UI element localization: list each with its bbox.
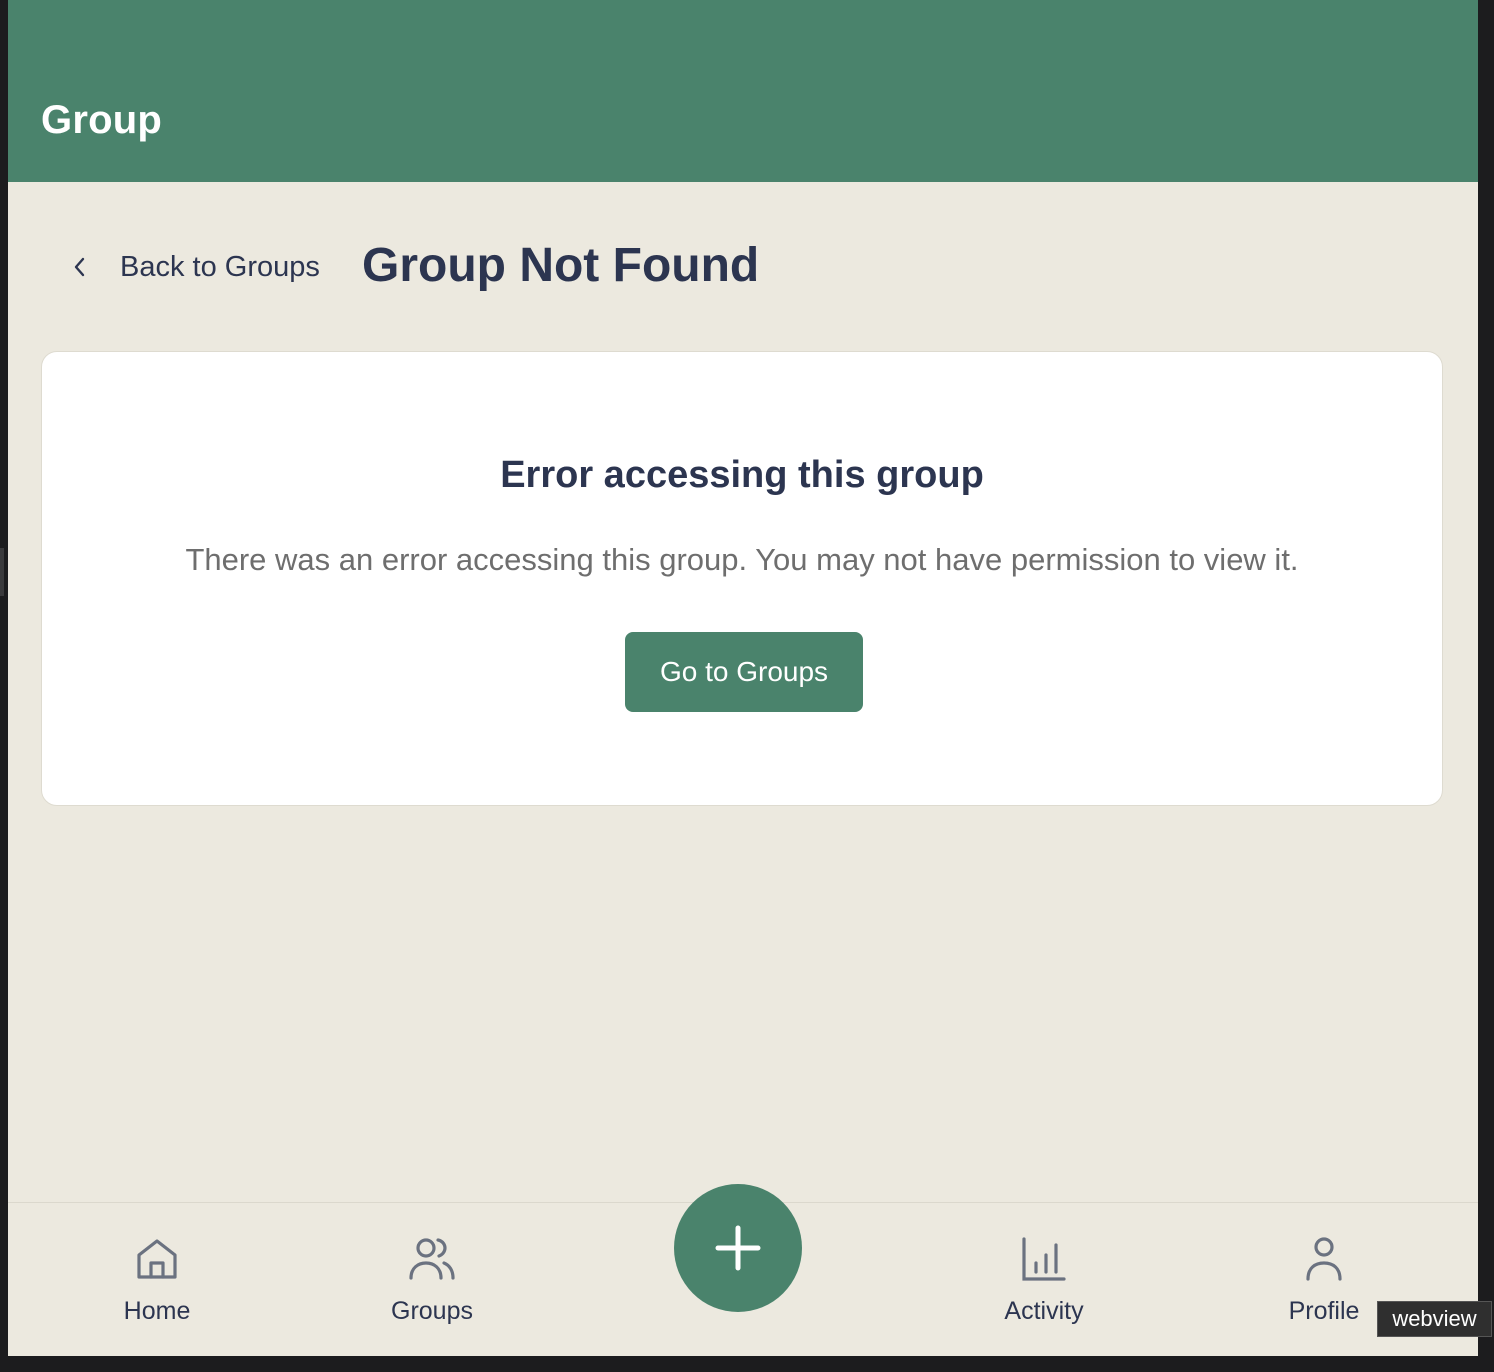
users-icon: [409, 1238, 455, 1280]
app-window: Group Back to Groups Group Not Found Err…: [8, 0, 1478, 1356]
chevron-left-icon: [74, 257, 85, 277]
plus-icon: [715, 1225, 761, 1271]
error-message: There was an error accessing this group.…: [185, 542, 1299, 577]
nav-item-home[interactable]: Home: [77, 1235, 237, 1326]
add-floating-button[interactable]: [674, 1184, 802, 1312]
error-heading: Error accessing this group: [500, 454, 984, 496]
back-to-groups-link[interactable]: Back to Groups: [68, 244, 320, 290]
home-icon: [137, 1239, 177, 1279]
nav-label-home: Home: [123, 1297, 191, 1325]
window-edge-tab: [0, 548, 4, 596]
nav-item-activity[interactable]: Activity: [964, 1235, 1124, 1326]
back-link-label: Back to Groups: [120, 250, 320, 283]
go-to-groups-button[interactable]: Go to Groups: [625, 632, 863, 712]
webview-badge: webview: [1377, 1301, 1492, 1337]
nav-label-activity: Activity: [1004, 1297, 1084, 1325]
user-icon: [1306, 1237, 1342, 1281]
nav-label-groups: Groups: [391, 1297, 473, 1325]
top-app-bar: Group: [8, 0, 1478, 182]
nav-label-profile: Profile: [1288, 1297, 1360, 1325]
bar-chart-icon: [1022, 1237, 1066, 1281]
page-title: Group Not Found: [362, 239, 760, 292]
nav-item-groups[interactable]: Groups: [352, 1235, 512, 1326]
error-card: Error accessing this group There was an …: [41, 351, 1443, 806]
app-bar-title: Group: [41, 98, 162, 142]
